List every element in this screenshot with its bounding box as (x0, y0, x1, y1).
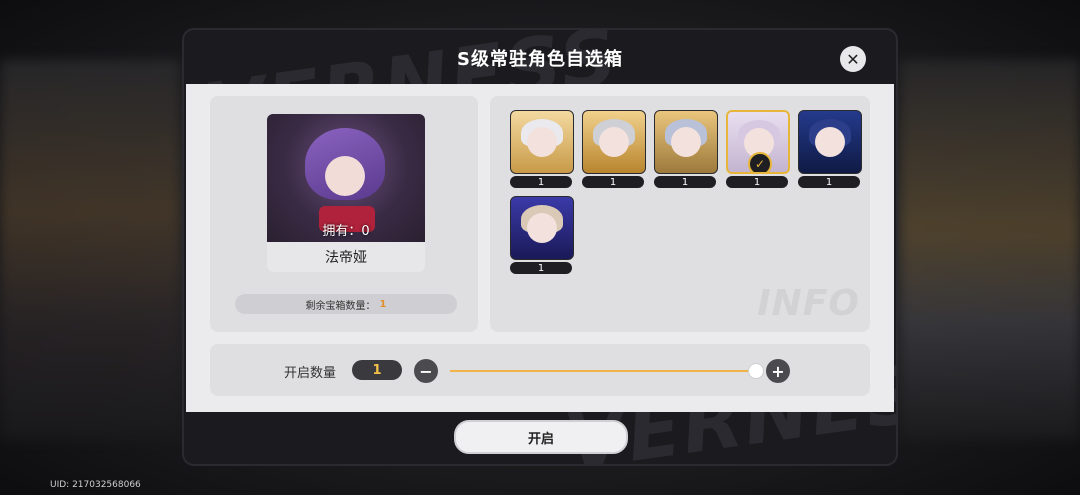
selected-character-card[interactable]: 拥有：0 法帝娅 (267, 114, 425, 272)
character-select-dialog: VERNESS VERNESS S级常驻角色自选箱 ✕ 拥有：0 法帝娅 剩余宝… (184, 30, 896, 464)
character-count: 1 (510, 176, 572, 188)
character-name: 法帝娅 (267, 242, 425, 272)
background-left (0, 60, 180, 440)
minus-icon[interactable]: − (414, 359, 438, 383)
character-thumbnail (582, 110, 646, 174)
character-thumbnail (510, 110, 574, 174)
quantity-value: 1 (352, 360, 402, 380)
checkmark-icon: ✓ (748, 152, 772, 172)
quantity-label: 开启数量 (284, 366, 337, 381)
dialog-content: 拥有：0 法帝娅 剩余宝箱数量： 1 INFO 1 1 1 ✓ 1 1 1 开启… (186, 84, 894, 412)
character-grid-panel: INFO 1 1 1 ✓ 1 1 1 (490, 96, 870, 332)
quantity-selector: 开启数量 1 − + (210, 344, 870, 396)
character-option[interactable]: 1 (582, 110, 646, 188)
remaining-chests: 剩余宝箱数量： 1 (235, 294, 457, 314)
character-count: 1 (726, 176, 788, 188)
character-thumbnail (654, 110, 718, 174)
info-watermark: INFO (757, 283, 860, 324)
open-button[interactable]: 开启 (454, 420, 628, 454)
background-right (900, 60, 1080, 440)
character-option[interactable]: 1 (510, 196, 574, 274)
close-icon[interactable]: ✕ (840, 46, 866, 72)
character-count: 1 (582, 176, 644, 188)
plus-icon[interactable]: + (766, 359, 790, 383)
selected-character-panel: 拥有：0 法帝娅 剩余宝箱数量： 1 (210, 96, 478, 332)
character-thumbnail (798, 110, 862, 174)
character-thumbnail (510, 196, 574, 260)
character-option-selected[interactable]: ✓ 1 (726, 110, 790, 188)
character-count: 1 (654, 176, 716, 188)
remaining-value: 1 (379, 298, 387, 310)
dialog-title: S级常驻角色自选箱 (457, 49, 623, 70)
title-bar: S级常驻角色自选箱 ✕ (184, 30, 896, 85)
quantity-slider-handle[interactable] (748, 363, 764, 379)
character-option[interactable]: 1 (510, 110, 574, 188)
owned-count-label: 拥有：0 (322, 224, 370, 239)
character-thumbnail: ✓ (726, 110, 790, 174)
character-count: 1 (510, 262, 572, 274)
quantity-slider-track[interactable] (450, 370, 754, 372)
character-option[interactable]: 1 (798, 110, 862, 188)
uid-label: UID: 217032568066 (50, 480, 141, 490)
remaining-label: 剩余宝箱数量： (305, 300, 376, 312)
character-count: 1 (798, 176, 860, 188)
character-option[interactable]: 1 (654, 110, 718, 188)
